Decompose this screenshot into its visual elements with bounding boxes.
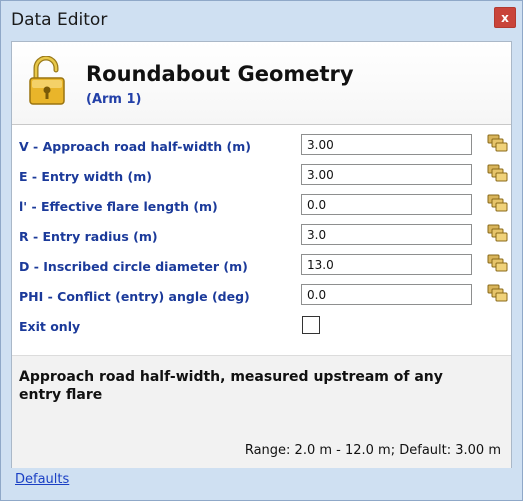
field-row-l: l' - Effective flare length (m) 0.0 — [12, 192, 511, 222]
field-input-e[interactable]: 3.00 — [301, 164, 472, 185]
page-title: Roundabout Geometry — [86, 62, 354, 86]
help-panel: Approach road half-width, measured upstr… — [12, 355, 511, 468]
field-label: l' - Effective flare length (m) — [19, 199, 218, 214]
field-input-l[interactable]: 0.0 — [301, 194, 472, 215]
header: Roundabout Geometry (Arm 1) — [12, 42, 511, 125]
data-editor-window: Data Editor x Roundabout Geometry (Arm 1… — [0, 0, 523, 501]
close-button[interactable]: x — [494, 7, 516, 28]
help-range: Range: 2.0 m - 12.0 m; Default: 3.00 m — [244, 443, 501, 458]
copy-stack-icon[interactable] — [486, 284, 508, 304]
copy-stack-icon[interactable] — [486, 164, 508, 184]
page-subtitle: (Arm 1) — [86, 92, 142, 107]
copy-stack-icon[interactable] — [486, 224, 508, 244]
copy-stack-icon[interactable] — [486, 134, 508, 154]
copy-stack-icon[interactable] — [486, 194, 508, 214]
lock-open-icon — [29, 56, 65, 105]
field-label: V - Approach road half-width (m) — [19, 139, 251, 154]
defaults-link[interactable]: Defaults — [15, 472, 69, 487]
field-label: D - Inscribed circle diameter (m) — [19, 259, 248, 274]
field-input-r[interactable]: 3.0 — [301, 224, 472, 245]
window-title: Data Editor — [11, 10, 108, 30]
field-row-e: E - Entry width (m) 3.00 — [12, 162, 511, 192]
copy-stack-icon[interactable] — [486, 254, 508, 274]
field-input-v[interactable]: 3.00 — [301, 134, 472, 155]
field-label: R - Entry radius (m) — [19, 229, 158, 244]
field-row-v: V - Approach road half-width (m) 3.00 — [12, 132, 511, 162]
title-bar[interactable]: Data Editor x — [1, 1, 522, 37]
field-label: PHI - Conflict (entry) angle (deg) — [19, 289, 250, 304]
help-description: Approach road half-width, measured upstr… — [19, 369, 443, 403]
field-row-phi: PHI - Conflict (entry) angle (deg) 0.0 — [12, 282, 511, 312]
field-row-exit-only: Exit only — [12, 312, 511, 342]
field-row-d: D - Inscribed circle diameter (m) 13.0 — [12, 252, 511, 282]
field-input-phi[interactable]: 0.0 — [301, 284, 472, 305]
exit-only-label: Exit only — [19, 319, 81, 334]
field-label: E - Entry width (m) — [19, 169, 152, 184]
field-input-d[interactable]: 13.0 — [301, 254, 472, 275]
exit-only-checkbox[interactable] — [302, 316, 320, 334]
field-row-r: R - Entry radius (m) 3.0 — [12, 222, 511, 252]
editor-panel: Roundabout Geometry (Arm 1) V - Approach… — [11, 41, 512, 468]
